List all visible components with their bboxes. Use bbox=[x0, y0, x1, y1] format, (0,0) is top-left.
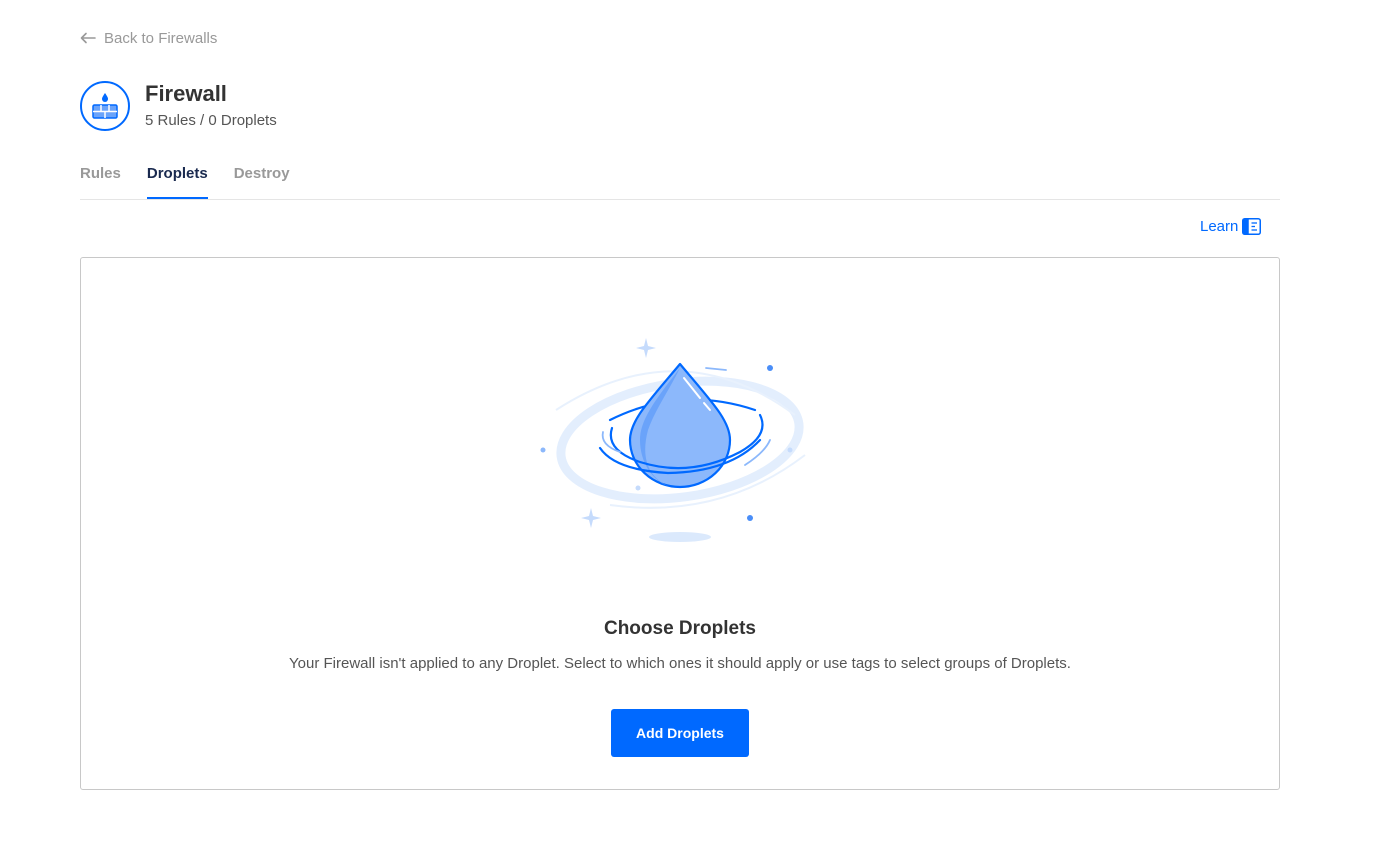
tab-destroy[interactable]: Destroy bbox=[234, 163, 290, 199]
learn-label: Learn bbox=[1200, 218, 1239, 235]
back-link-label: Back to Firewalls bbox=[104, 29, 218, 47]
arrow-left-icon bbox=[80, 32, 96, 44]
page: Back to Firewalls Firewall 5 Rules / 0 D… bbox=[0, 0, 1385, 848]
empty-state-description: Your Firewall isn't applied to any Dropl… bbox=[289, 655, 1071, 672]
page-title: Firewall bbox=[145, 81, 227, 106]
header-text: Firewall 5 Rules / 0 Droplets bbox=[145, 80, 277, 131]
tab-bar: Rules Droplets Destroy bbox=[80, 163, 1280, 200]
learn-link[interactable]: Learn bbox=[1200, 218, 1262, 235]
document-icon bbox=[1242, 218, 1262, 235]
back-to-firewalls-link[interactable]: Back to Firewalls bbox=[80, 28, 217, 48]
firewall-icon bbox=[80, 80, 130, 131]
page-subtitle: 5 Rules / 0 Droplets bbox=[145, 112, 277, 129]
empty-state-title: Choose Droplets bbox=[603, 618, 757, 639]
droplet-illustration bbox=[540, 338, 806, 542]
page-header: Firewall 5 Rules / 0 Droplets bbox=[80, 80, 277, 131]
tab-droplets[interactable]: Droplets bbox=[146, 163, 208, 199]
add-droplets-button[interactable]: Add Droplets bbox=[611, 709, 749, 757]
tab-rules[interactable]: Rules bbox=[80, 163, 121, 199]
